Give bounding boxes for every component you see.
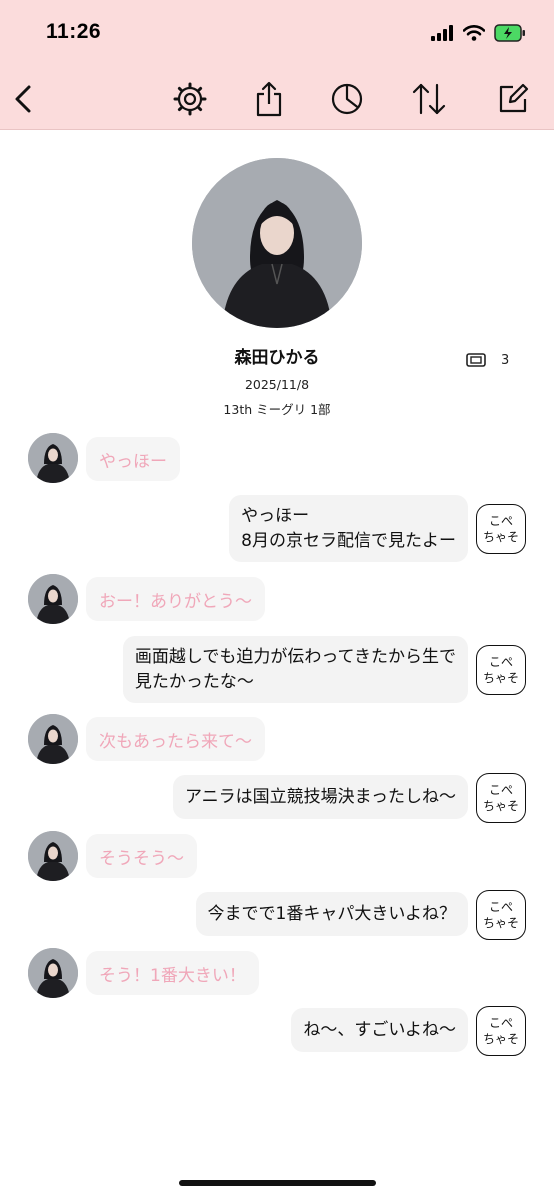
event-session: 13th ミーグリ 1部	[223, 402, 331, 417]
message-text: おー！ありがとう〜	[99, 591, 252, 612]
member-avatar-photo	[28, 714, 78, 764]
profile-avatar	[192, 158, 362, 328]
my-message: アニラは国立競技場決まったしね〜	[173, 775, 468, 819]
my-message: 今までで1番キャパ大きいよね？	[195, 892, 468, 936]
signal-icon	[431, 25, 453, 41]
member-avatar-photo	[28, 574, 78, 624]
event-date: 2025/11/8	[244, 377, 310, 392]
ticket-count: 3	[466, 352, 509, 368]
member-avatar	[28, 574, 78, 624]
my-message: やっほー 8月の京セラ配信で見たよー	[229, 495, 468, 562]
settings-gear-icon	[173, 82, 207, 116]
message-text: 今までで1番キャパ大きいよね？	[207, 903, 456, 924]
message-text: ね〜、すごいよね〜	[303, 1019, 456, 1040]
ticket-count-value: 3	[501, 352, 510, 368]
copy-button-label: こぺ	[488, 514, 513, 528]
top-bar: 11:26	[0, 0, 554, 130]
message-text: 次もあったら来て〜	[99, 731, 252, 752]
message-text: アニラは国立競技場決まったしね〜	[185, 786, 456, 807]
message-text: そう！1番大きい！	[99, 965, 246, 986]
copy-button[interactable]: こぺ ちゃそ	[476, 504, 526, 554]
my-message: 画面越しでも迫力が伝わってきたから生で 見たかったな〜	[122, 636, 468, 703]
wifi-icon	[463, 25, 485, 41]
member-avatar	[28, 714, 78, 764]
settings-button[interactable]	[171, 80, 209, 118]
member-message: 次もあったら来て〜	[86, 717, 265, 761]
copy-button-label: ちゃそ	[482, 799, 519, 813]
message-text: 画面越しでも迫力が伝わってきたから生で	[134, 646, 456, 667]
edit-icon	[499, 83, 529, 113]
copy-button[interactable]: こぺ ちゃそ	[476, 773, 526, 823]
stats-button[interactable]	[328, 80, 366, 118]
ticket-icon	[466, 353, 486, 367]
copy-button-label: こぺ	[488, 783, 513, 797]
member-avatar-photo	[28, 948, 78, 998]
member-message: おー！ありがとう〜	[86, 577, 265, 621]
status-icons	[430, 24, 526, 42]
back-button[interactable]	[4, 80, 42, 118]
share-button[interactable]	[250, 80, 288, 118]
copy-button-label: こぺ	[488, 1016, 513, 1030]
copy-button-label: こぺ	[488, 900, 513, 914]
sort-button[interactable]	[410, 80, 448, 118]
home-indicator[interactable]	[179, 1180, 376, 1186]
status-time: 11:26	[46, 20, 102, 43]
profile-photo	[192, 158, 362, 328]
message-text: 8月の京セラ配信で見たよー	[241, 530, 456, 551]
member-message: やっほー	[86, 437, 180, 481]
member-avatar	[28, 948, 78, 998]
member-message: そうそう〜	[86, 834, 197, 878]
edit-button[interactable]	[494, 80, 532, 118]
share-icon	[256, 81, 282, 117]
battery-icon	[494, 24, 525, 42]
message-text: 見たかったな〜	[134, 671, 254, 692]
copy-button-label: ちゃそ	[482, 530, 519, 544]
member-avatar	[28, 433, 78, 483]
copy-button[interactable]: こぺ ちゃそ	[476, 1006, 526, 1056]
sort-arrows-icon	[412, 83, 446, 115]
copy-button-label: ちゃそ	[482, 1032, 519, 1046]
back-icon	[15, 85, 31, 113]
message-text: やっほー	[241, 505, 310, 526]
copy-button-label: ちゃそ	[482, 671, 519, 685]
copy-button[interactable]: こぺ ちゃそ	[476, 890, 526, 940]
my-message: ね〜、すごいよね〜	[291, 1008, 468, 1052]
message-text: そうそう〜	[99, 848, 184, 869]
pie-chart-icon	[331, 83, 363, 115]
copy-button-label: ちゃそ	[482, 916, 519, 930]
member-avatar	[28, 831, 78, 881]
copy-button-label: こぺ	[488, 655, 513, 669]
member-message: そう！1番大きい！	[86, 951, 259, 995]
message-text: やっほー	[99, 451, 167, 472]
member-avatar-photo	[28, 433, 78, 483]
member-avatar-photo	[28, 831, 78, 881]
copy-button[interactable]: こぺ ちゃそ	[476, 645, 526, 695]
